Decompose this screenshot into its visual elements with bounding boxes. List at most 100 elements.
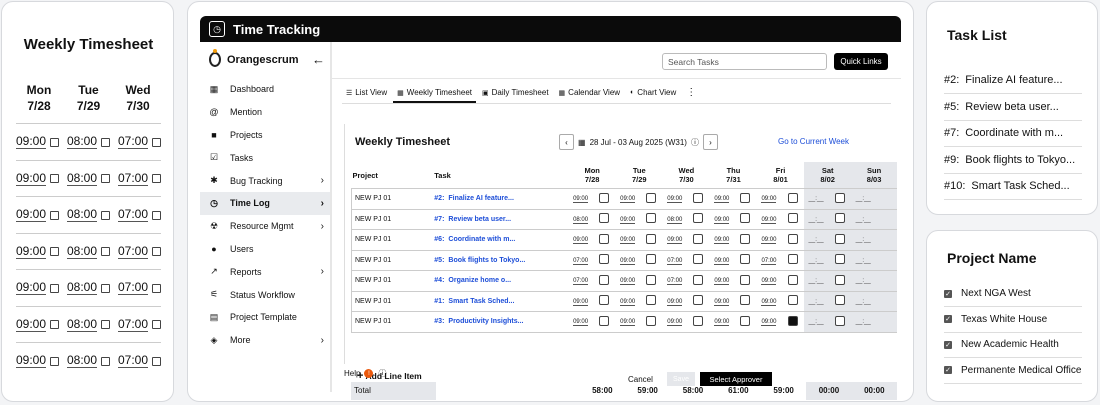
time-value[interactable]: 09:00	[761, 298, 777, 306]
time-cell[interactable]: 08:00	[568, 208, 593, 230]
task-list-item[interactable]: #2: Finalize AI feature...	[944, 67, 1082, 94]
checkbox[interactable]	[740, 315, 751, 326]
time-value[interactable]: 07:00	[117, 135, 148, 149]
time-value[interactable]: __:__	[809, 196, 824, 202]
time-value[interactable]: 09:00	[620, 278, 636, 286]
time-value[interactable]: 09:00	[761, 319, 777, 327]
checkbox[interactable]	[693, 233, 704, 244]
checkbox[interactable]	[152, 247, 161, 256]
checkbox[interactable]	[834, 233, 845, 244]
time-value[interactable]: __:__	[856, 278, 871, 284]
time-value[interactable]: 09:00	[714, 257, 730, 265]
checkbox[interactable]	[101, 210, 111, 220]
checkbox[interactable]	[50, 320, 60, 329]
task-number[interactable]: #5:	[434, 257, 444, 264]
time-cell[interactable]: 07:00	[662, 249, 687, 271]
time-cell[interactable]: 09:00	[615, 229, 640, 251]
time-cell[interactable]: __:__	[851, 270, 876, 292]
project-list-item[interactable]: ✓ New Academic Health	[944, 332, 1082, 358]
checkbox[interactable]	[693, 295, 704, 306]
time-cell[interactable]: __:__	[804, 270, 828, 292]
time-value[interactable]: __:__	[856, 258, 871, 264]
task-name-link[interactable]: Book flights to Tokyo...	[448, 257, 525, 264]
time-value[interactable]: __:__	[809, 258, 824, 264]
time-cell[interactable]: 07:00	[568, 249, 593, 271]
time-value[interactable]: 09:00	[16, 244, 47, 259]
time-cell[interactable]: 09:00	[615, 208, 640, 230]
checkbox[interactable]	[101, 174, 111, 183]
checkbox[interactable]	[693, 274, 704, 285]
time-cell[interactable]: 09:00	[709, 188, 734, 210]
checkbox[interactable]	[101, 283, 111, 293]
checkbox[interactable]	[740, 192, 751, 203]
time-value[interactable]: 09:00	[714, 196, 730, 204]
checkbox[interactable]	[646, 233, 657, 244]
time-value[interactable]: 09:00	[714, 298, 730, 306]
time-cell[interactable]: 09:00	[568, 311, 593, 333]
checkbox[interactable]	[834, 192, 845, 203]
time-cell[interactable]: 07:00	[662, 270, 687, 292]
checkbox[interactable]	[599, 213, 610, 224]
time-value[interactable]: 09:00	[16, 317, 47, 332]
time-value[interactable]: 09:00	[714, 237, 730, 245]
time-cell[interactable]: __:__	[851, 249, 876, 271]
checkbox[interactable]	[152, 320, 161, 329]
checkbox-checked[interactable]: ✓	[944, 340, 952, 349]
checkbox[interactable]	[646, 295, 657, 306]
time-value[interactable]: 08:00	[66, 281, 98, 295]
task-number[interactable]: #6:	[434, 236, 444, 243]
checkbox[interactable]	[599, 192, 610, 203]
time-value[interactable]: 09:00	[620, 257, 636, 265]
time-cell[interactable]: 09:00	[615, 249, 640, 271]
time-value[interactable]: 07:00	[761, 257, 777, 265]
checkbox[interactable]	[787, 213, 798, 224]
time-value[interactable]: 09:00	[573, 196, 589, 204]
checkbox[interactable]	[152, 137, 161, 147]
time-value[interactable]: 09:00	[620, 196, 636, 204]
time-cell[interactable]: 09:00	[709, 270, 734, 292]
tab-weekly-timesheet[interactable]: ▦ Weekly Timesheet	[393, 84, 476, 103]
time-cell[interactable]: 09:00	[662, 229, 687, 251]
checkbox[interactable]	[599, 233, 610, 244]
time-cell[interactable]: __:__	[851, 290, 876, 312]
checkbox[interactable]	[834, 295, 845, 306]
time-value[interactable]: 09:00	[16, 281, 47, 295]
time-cell[interactable]: 09:00	[709, 290, 734, 312]
time-cell[interactable]: 09:00	[757, 311, 781, 333]
task-number[interactable]: #3:	[434, 318, 444, 325]
task-cell[interactable]: #4: Organize home o...	[433, 270, 569, 292]
checkbox[interactable]	[787, 192, 798, 203]
checkbox[interactable]	[787, 295, 798, 306]
checkbox[interactable]	[50, 356, 60, 366]
time-value[interactable]: 07:00	[117, 244, 148, 259]
sidebar-item-time-log[interactable]: ◷ Time Log ›	[200, 191, 330, 215]
tab-list-view[interactable]: ☰ List View	[342, 84, 391, 101]
time-value[interactable]: 07:00	[117, 281, 148, 295]
task-cell[interactable]: #6: Coordinate with m...	[433, 229, 569, 251]
checkbox[interactable]	[646, 254, 657, 265]
more-vertical-icon[interactable]: ⋮	[682, 84, 700, 101]
task-cell[interactable]: #3: Productivity Insights...	[433, 311, 569, 333]
time-value[interactable]: 08:00	[573, 216, 589, 224]
time-cell[interactable]: __:__	[804, 208, 828, 230]
time-cell[interactable]: 09:00	[615, 188, 640, 210]
time-value[interactable]: 09:00	[16, 208, 47, 222]
time-cell[interactable]: 07:00	[568, 270, 593, 292]
time-value[interactable]: 08:00	[66, 135, 98, 149]
task-cell[interactable]: #5: Book flights to Tokyo...	[433, 249, 569, 271]
time-value[interactable]: 07:00	[117, 317, 148, 332]
task-name-link[interactable]: Productivity Insights...	[448, 318, 523, 325]
help-badge[interactable]: !	[364, 369, 374, 378]
checkbox[interactable]	[693, 213, 704, 224]
sidebar-item-bug-tracking[interactable]: ✱ Bug Tracking ›	[200, 169, 330, 192]
checkbox[interactable]	[646, 213, 657, 224]
checkbox[interactable]	[740, 233, 751, 244]
task-cell[interactable]: #1: Smart Task Sched...	[433, 290, 569, 312]
sidebar-item-reports[interactable]: ↗ Reports ›	[200, 260, 330, 283]
time-value[interactable]: __:__	[809, 299, 824, 305]
checkbox[interactable]	[50, 137, 60, 147]
checkbox[interactable]	[834, 254, 845, 265]
time-value[interactable]: __:__	[856, 237, 871, 243]
task-number[interactable]: #1:	[434, 298, 444, 305]
time-value[interactable]: 08:00	[66, 354, 98, 368]
